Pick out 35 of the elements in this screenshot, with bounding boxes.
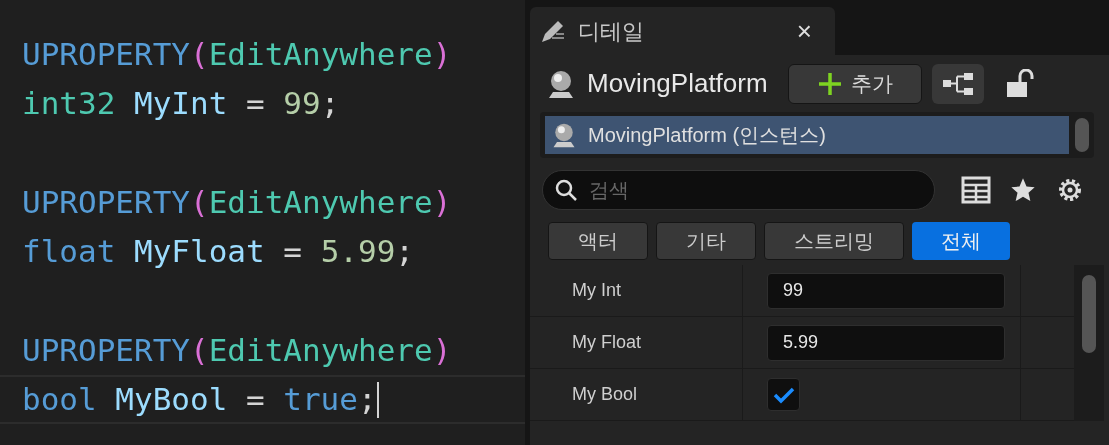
code-line: bool MyBool = true; <box>0 375 525 424</box>
code-line: int32 MyInt = 99; <box>21 84 341 124</box>
hierarchy-icon <box>941 71 974 96</box>
component-item[interactable]: MovingPlatform (인스턴스) <box>545 116 1069 154</box>
code-line: UPROPERTY(EditAnywhere) <box>21 183 453 223</box>
property-name: My Float <box>572 331 641 354</box>
table-icon[interactable] <box>961 176 991 204</box>
component-label: MovingPlatform (인스턴스) <box>588 123 826 148</box>
value-field[interactable]: 5.99 <box>767 324 1005 361</box>
unlocked-padlock-icon[interactable] <box>1005 68 1034 99</box>
code-line: float MyFloat = 5.99; <box>21 232 415 272</box>
filter-tab[interactable]: 스트리밍 <box>764 222 904 260</box>
actor-name: MovingPlatform <box>587 67 768 100</box>
code-line: UPROPERTY(EditAnywhere) <box>21 331 453 371</box>
search-field[interactable]: 검색 <box>542 170 935 210</box>
scrollbar-thumb[interactable] <box>1082 275 1096 353</box>
filter-tab[interactable]: 기타 <box>656 222 756 260</box>
code-line: UPROPERTY(EditAnywhere) <box>21 35 453 75</box>
star-icon[interactable] <box>1009 176 1037 204</box>
plus-icon <box>816 70 843 97</box>
tab-title: 디테일 <box>578 17 644 46</box>
checkbox[interactable] <box>767 378 800 411</box>
filter-tab[interactable]: 전체 <box>912 222 1010 260</box>
property-name: My Int <box>572 279 621 302</box>
checkmark-icon <box>772 385 795 404</box>
close-button[interactable]: × <box>796 18 812 44</box>
property-name: My Bool <box>572 383 638 406</box>
panel-tab[interactable]: 디테일 × <box>530 7 835 55</box>
filter-tab[interactable]: 액터 <box>548 222 648 260</box>
search-icon <box>554 178 578 202</box>
text-cursor <box>376 381 379 418</box>
value-field[interactable]: 99 <box>767 272 1005 309</box>
hierarchy-button[interactable] <box>931 63 984 104</box>
add-button[interactable]: 추가 <box>787 63 922 104</box>
scrollbar-thumb[interactable] <box>1075 118 1089 152</box>
